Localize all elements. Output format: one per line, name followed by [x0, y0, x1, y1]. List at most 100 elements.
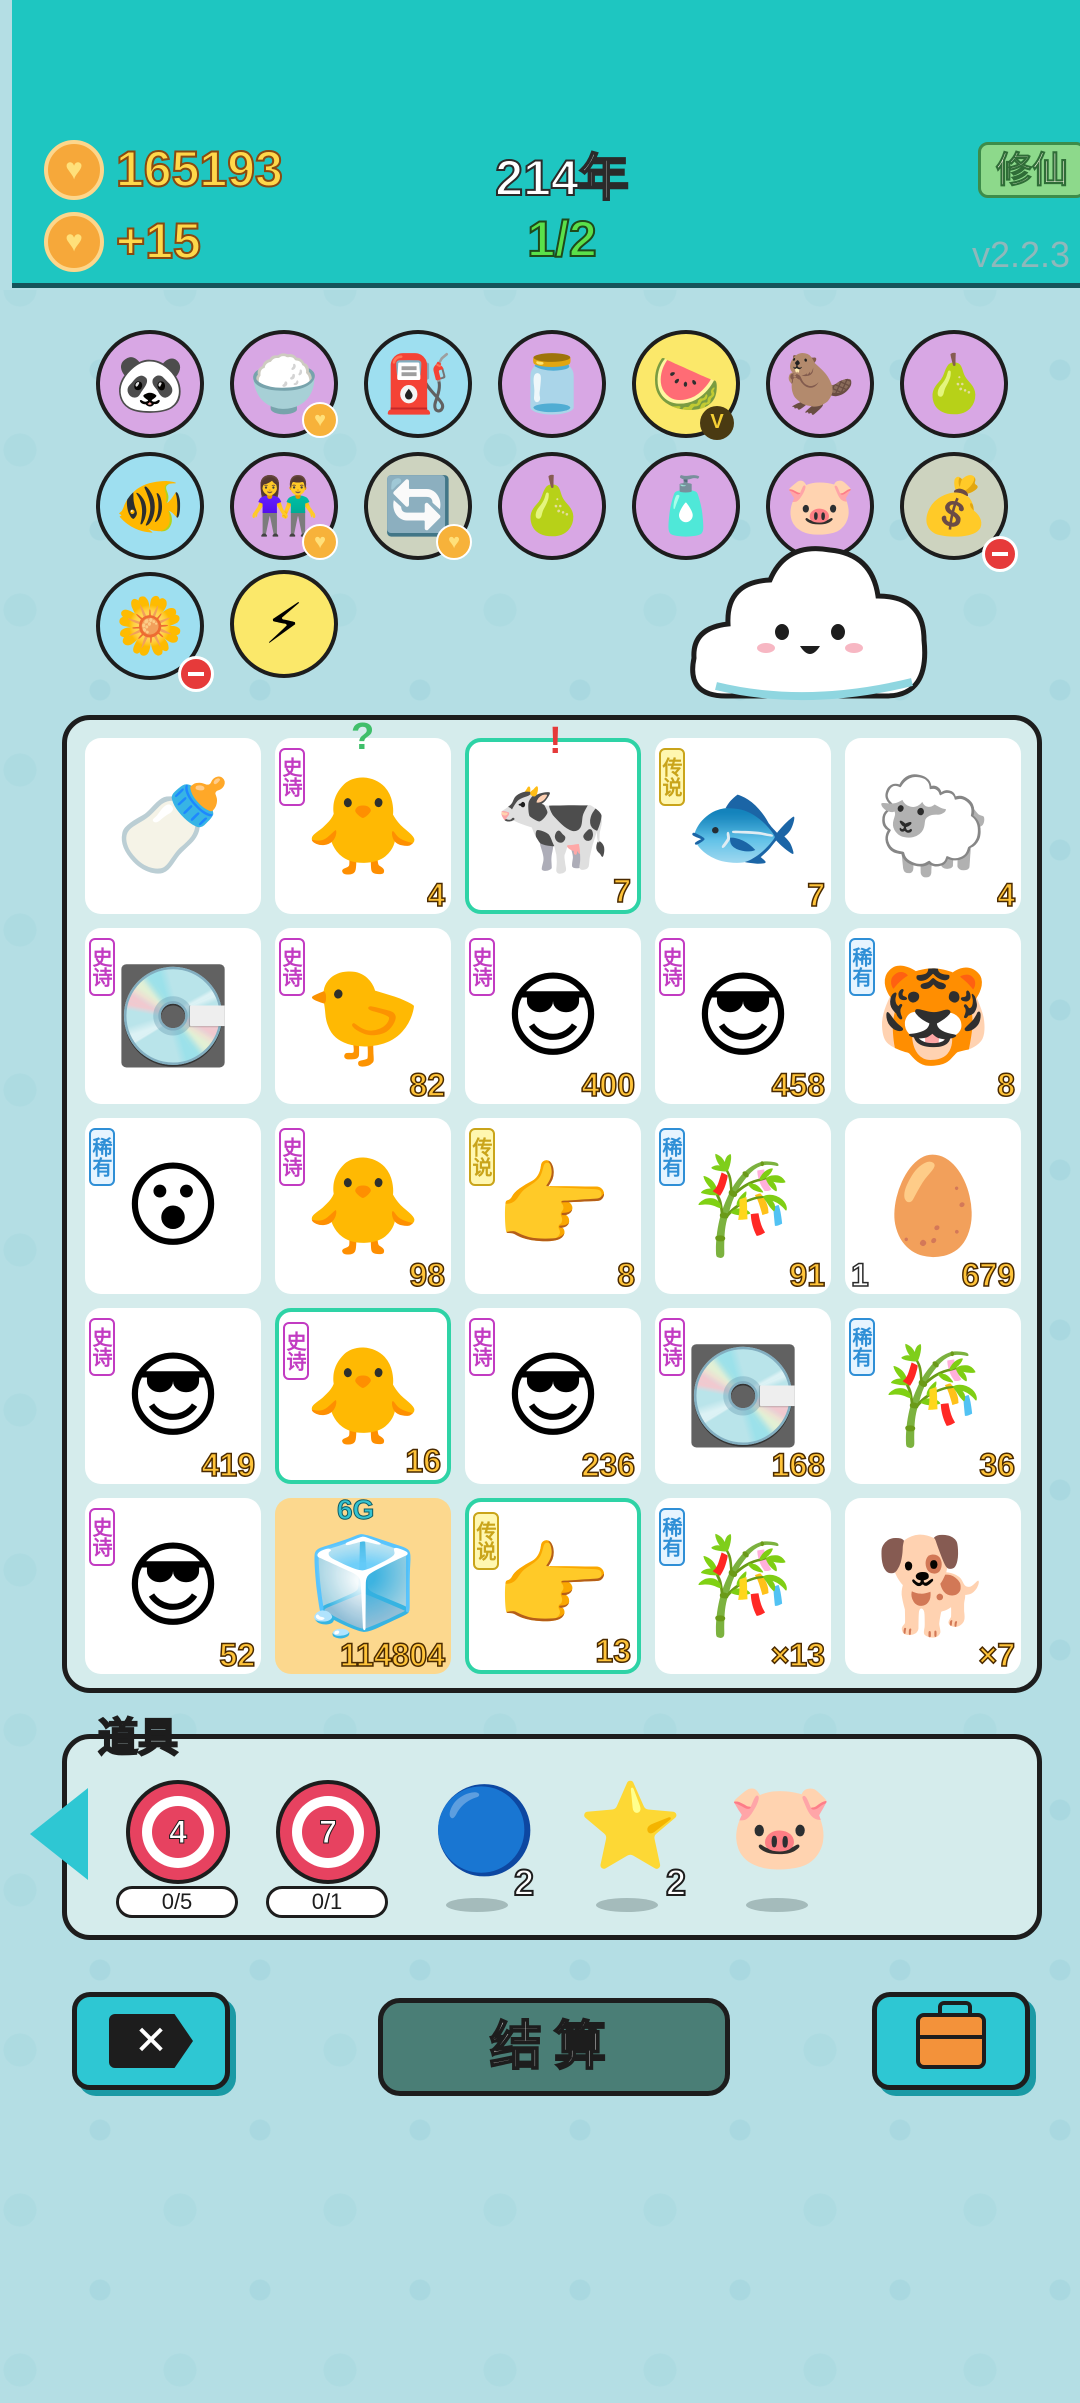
- xiuxian-button[interactable]: 修仙: [978, 142, 1080, 198]
- star-icon[interactable]: ⭐: [578, 1784, 683, 1868]
- koi-icon: 🐟: [684, 773, 802, 878]
- meerkats-icon[interactable]: 🦫: [766, 330, 874, 438]
- skip-button[interactable]: ✕: [72, 1992, 230, 2090]
- removal-target-uses: 0/1: [266, 1886, 388, 1918]
- couple-icon[interactable]: 👫 ♥: [230, 452, 338, 560]
- green-hat-man-icon: 😎: [504, 963, 602, 1068]
- board-cell[interactable]: 🐤 史诗 82: [275, 928, 451, 1104]
- rarity-tag: 史诗: [89, 1508, 115, 1566]
- cell-value: 400: [581, 1066, 636, 1104]
- orb-shadow: [446, 1898, 508, 1912]
- removal-target-item[interactable]: 7: [276, 1780, 380, 1884]
- green-hat-basketball-icon: 😎: [504, 1343, 602, 1448]
- piggy-bank-icon[interactable]: 🐷: [728, 1784, 833, 1868]
- heart-badge-icon: ♥: [436, 524, 472, 560]
- board-cell[interactable]: 😎 史诗 52: [85, 1498, 261, 1674]
- question-mark-icon: ?: [351, 716, 375, 758]
- slot-board: 🍼 🐥 史诗 4? 🐄 7! 🐟 传说 7 🐑 4 💽 史诗 🐤 史诗 82 😎 史诗 400 😎 史诗 458 🐯 稀有 8 😮…: [62, 715, 1042, 1693]
- gpu-icon: 💽: [114, 963, 232, 1068]
- board-cell[interactable]: 😎 史诗 419: [85, 1308, 261, 1484]
- cell-value: ×13: [770, 1636, 826, 1674]
- rarity-tag: 史诗: [89, 1318, 115, 1376]
- star-shadow: [596, 1898, 658, 1912]
- board-cell[interactable]: 👉 传说 8: [465, 1118, 641, 1294]
- rice-bowl-icon[interactable]: 🍚 ♥: [230, 330, 338, 438]
- rarity-tag: 史诗: [469, 1318, 495, 1376]
- board-cell[interactable]: 😎 史诗 458: [655, 928, 831, 1104]
- fruit-platter-icon[interactable]: 🍉 V: [632, 330, 740, 440]
- green-hat-basketball-icon: 😎: [694, 963, 792, 1068]
- cell-value: 8: [616, 1256, 635, 1294]
- board-cell[interactable]: 🎋 稀有 91: [655, 1118, 831, 1294]
- reroll-target-value: 4: [152, 1806, 204, 1858]
- eyepatch-pear-icon[interactable]: 🍐: [498, 452, 606, 560]
- green-hat-man-icon: 😎: [124, 1533, 222, 1638]
- shocked-man-icon: 😮: [124, 1153, 222, 1258]
- cell-value: 168: [771, 1446, 826, 1484]
- board-cell[interactable]: 🐥 史诗 4?: [275, 716, 451, 914]
- board-cell[interactable]: 😎 史诗 236: [465, 1308, 641, 1484]
- board-cell[interactable]: 🎋 稀有 36: [845, 1308, 1021, 1484]
- rarity-tag: 稀有: [659, 1128, 685, 1186]
- egg-icon: 🥚: [874, 1153, 992, 1258]
- panda-icon[interactable]: 🐼: [96, 330, 204, 438]
- top-bar: ♥ 165193 ♥ +15 214年 1/2 修仙 v2.2.3: [12, 0, 1080, 288]
- board-cell[interactable]: 🐥 史诗 98: [275, 1118, 451, 1294]
- board-cell[interactable]: 🧊 114804 6G: [275, 1494, 451, 1674]
- board-cell[interactable]: 👉 传说 13: [465, 1498, 641, 1674]
- board-cell[interactable]: 🐥 史诗 16: [275, 1308, 451, 1484]
- board-cell[interactable]: 🐑 4: [845, 738, 1021, 914]
- lightning-icon[interactable]: ⚡: [230, 570, 338, 678]
- remove-badge-icon[interactable]: [982, 536, 1018, 572]
- rarity-tag: 稀有: [659, 1508, 685, 1566]
- blue-orb-icon[interactable]: 🔵: [432, 1788, 537, 1872]
- cell-value: 4: [426, 876, 445, 914]
- board-cell[interactable]: 🥚 679 1: [845, 1118, 1021, 1294]
- board-cell[interactable]: 🐯 稀有 8: [845, 928, 1021, 1104]
- board-cell[interactable]: 😎 史诗 400: [465, 928, 641, 1104]
- board-cell[interactable]: 🎋 稀有 ×13: [655, 1498, 831, 1674]
- board-cell[interactable]: 💽 史诗 168: [655, 1308, 831, 1484]
- round-counter: 1/2: [526, 210, 598, 268]
- fishbowl-icon[interactable]: 🐠: [96, 452, 204, 560]
- flower-pot-icon[interactable]: 🌼: [96, 572, 214, 692]
- old-chick-icon: 🐥: [304, 1343, 422, 1448]
- inventory-button[interactable]: [872, 1992, 1030, 2090]
- cell-value: 52: [219, 1636, 256, 1674]
- board-cell[interactable]: 🐟 传说 7: [655, 738, 831, 914]
- jar-icon[interactable]: 🫙: [498, 330, 606, 438]
- gpu-basketball-icon: 💽: [684, 1343, 802, 1448]
- rarity-tag: 稀有: [849, 938, 875, 996]
- cell-value: 82: [409, 1066, 446, 1104]
- cloud-mascot-icon[interactable]: [686, 536, 930, 706]
- briefcase-icon: [916, 2001, 986, 2069]
- tiger-icon: 🐯: [874, 963, 992, 1068]
- reroll-target-item[interactable]: 4: [126, 1780, 230, 1884]
- rarity-tag: 史诗: [659, 1318, 685, 1376]
- v-badge-icon: V: [700, 406, 734, 440]
- remove-badge-icon[interactable]: [178, 656, 214, 692]
- cell-value: 114804: [339, 1636, 446, 1674]
- star-count: 2: [665, 1861, 687, 1904]
- cell-value: 7: [612, 872, 631, 910]
- board-cell[interactable]: 🐄 7!: [465, 720, 641, 914]
- cell-value: 679: [961, 1256, 1016, 1294]
- board-cell[interactable]: 💽 史诗: [85, 928, 261, 1104]
- cell-value: 13: [595, 1632, 632, 1670]
- cell-counter: 1: [850, 1256, 869, 1294]
- settle-button[interactable]: 结算: [378, 1998, 730, 2096]
- pointing-hand-basketball-icon: 👉: [494, 1533, 612, 1638]
- board-cell[interactable]: 😮 稀有: [85, 1118, 261, 1294]
- board-cell[interactable]: 🐕 ×7: [845, 1498, 1021, 1674]
- year-counter: 214年: [494, 149, 629, 207]
- refresh-icon[interactable]: 🔄 ♥: [364, 452, 472, 560]
- air-pump-icon[interactable]: ⛽: [364, 330, 472, 438]
- rarity-tag: 史诗: [283, 1322, 309, 1380]
- board-cell[interactable]: 🍼: [85, 738, 261, 914]
- scroll-left-arrow-icon[interactable]: [30, 1788, 88, 1880]
- rarity-tag: 传说: [469, 1128, 495, 1186]
- eyepatch-pear-icon[interactable]: 🍐: [900, 330, 1008, 438]
- cell-value: ×7: [978, 1636, 1016, 1674]
- cow-icon: 🐄: [494, 773, 612, 878]
- rarity-tag: 史诗: [279, 748, 305, 806]
